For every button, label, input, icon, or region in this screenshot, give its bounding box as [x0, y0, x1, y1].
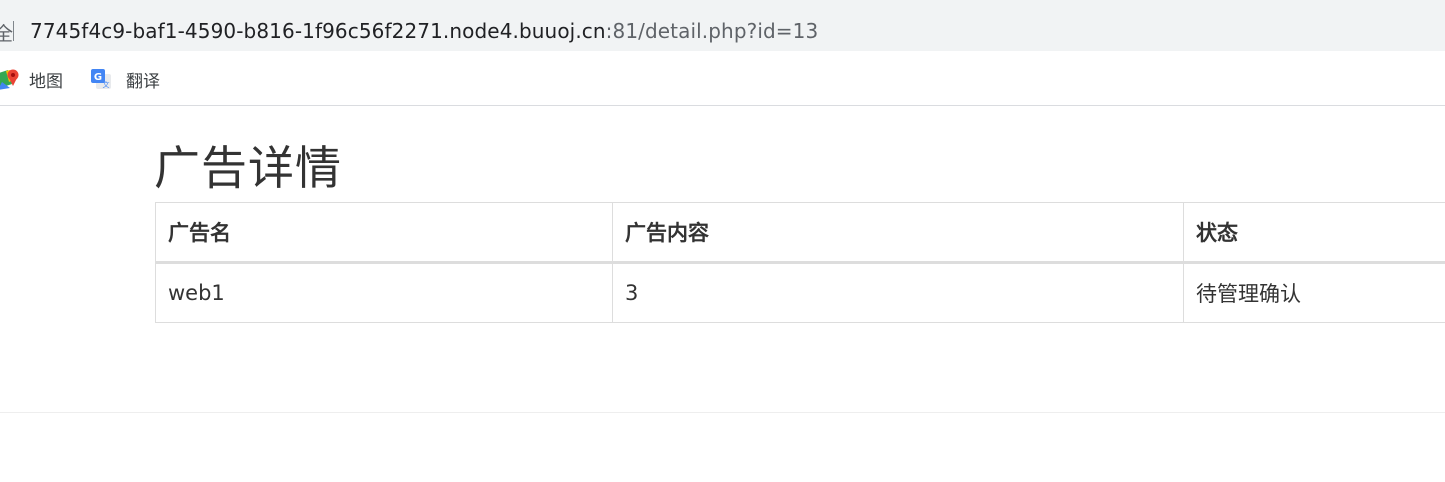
page-title: 广告详情 — [154, 141, 342, 195]
bookmark-translate-label: 翻译 — [126, 71, 160, 92]
site-info-label[interactable]: 全 — [0, 19, 13, 46]
address-divider — [13, 21, 14, 41]
header-ad-name: 广告名 — [155, 202, 613, 264]
header-ad-content: 广告内容 — [612, 202, 1184, 264]
url-path: :81/detail.php?id=13 — [605, 19, 819, 43]
bookmarks-bar: 地图 G 文 翻译 — [0, 51, 1445, 106]
header-status: 状态 — [1183, 202, 1445, 264]
page-content: 广告详情 广告名 广告内容 状态 web1 3 待管理确认 — [0, 106, 1445, 482]
cell-ad-name: web1 — [155, 262, 613, 323]
svg-text:G: G — [94, 72, 102, 83]
address-bar[interactable]: 全 7745f4c9-baf1-4590-b816-1f96c56f2271.n… — [0, 8, 1445, 51]
svg-text:文: 文 — [103, 80, 110, 89]
url-host: 7745f4c9-baf1-4590-b816-1f96c56f2271.nod… — [30, 19, 606, 43]
bookmark-maps[interactable]: 地图 — [0, 67, 63, 92]
bookmark-translate[interactable]: G 文 翻译 — [90, 67, 160, 92]
browser-top-strip — [0, 0, 1445, 8]
url-text[interactable]: 7745f4c9-baf1-4590-b816-1f96c56f2271.nod… — [30, 19, 818, 43]
table-row: web1 3 待管理确认 — [155, 262, 1445, 323]
maps-icon — [0, 68, 22, 90]
cell-ad-content: 3 — [612, 262, 1184, 323]
bookmark-maps-label: 地图 — [29, 71, 63, 92]
footer-divider — [0, 412, 1445, 413]
ad-detail-table: 广告名 广告内容 状态 web1 3 待管理确认 — [155, 202, 1445, 323]
table-header-row: 广告名 广告内容 状态 — [155, 202, 1445, 264]
cell-status: 待管理确认 — [1183, 262, 1445, 323]
translate-icon: G 文 — [90, 68, 112, 90]
